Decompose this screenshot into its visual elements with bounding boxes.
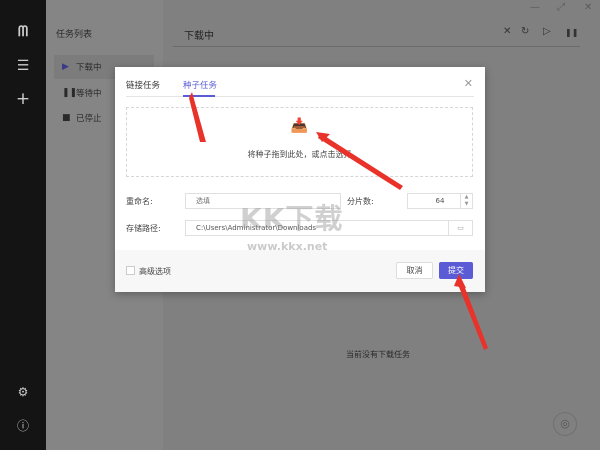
- pause-icon: ❚❚: [62, 88, 78, 98]
- active-tab-indicator: [183, 95, 215, 97]
- shards-stepper[interactable]: 64 ▲ ▼: [407, 193, 473, 209]
- dialog-close-button[interactable]: ✕: [464, 77, 473, 90]
- submit-button[interactable]: 提交: [439, 262, 473, 279]
- shards-label: 分片数:: [347, 197, 374, 206]
- dialog-footer: 高级选项 取消 提交: [115, 250, 485, 292]
- item-label: 已停止: [76, 114, 102, 124]
- page-title: 下载中: [184, 31, 214, 42]
- tab-torrent-task[interactable]: 种子任务: [183, 79, 217, 91]
- maximize-button[interactable]: ⤢: [557, 2, 565, 13]
- item-label: 下载中: [76, 63, 102, 73]
- add-task-dialog: 链接任务 种子任务 ✕ 📥 将种子拖到此处，或点击选择 重命名: 分片数: 64…: [115, 67, 485, 292]
- settings-sliders-icon[interactable]: ⚙: [0, 385, 46, 399]
- advanced-checkbox[interactable]: [126, 266, 135, 275]
- tab-link-task[interactable]: 链接任务: [126, 79, 160, 91]
- watermark-url: www.kkx.net: [247, 240, 328, 253]
- dropzone-text: 将种子拖到此处，或点击选择: [247, 150, 352, 159]
- torrent-dropzone[interactable]: 📥 将种子拖到此处，或点击选择: [126, 107, 473, 177]
- minimize-button[interactable]: —: [530, 2, 540, 13]
- rename-label: 重命名:: [126, 197, 153, 206]
- shards-value: 64: [435, 197, 445, 205]
- advanced-label[interactable]: 高级选项: [139, 266, 171, 277]
- play-icon: ▶: [62, 62, 69, 72]
- pause-all-button[interactable]: ❚❚: [565, 28, 578, 37]
- folder-icon[interactable]: ▭: [448, 221, 472, 235]
- help-icon[interactable]: ⓘ: [0, 417, 46, 434]
- app-sidebar: ᗰ ☰ + ⚙ ⓘ: [0, 0, 46, 450]
- task-list-title: 任务列表: [56, 30, 93, 40]
- tab-divider: [126, 96, 474, 97]
- speedometer-button[interactable]: ◎: [553, 412, 577, 436]
- menu-icon[interactable]: ☰: [0, 58, 46, 74]
- add-icon[interactable]: +: [0, 89, 46, 109]
- watermark: KK下载: [240, 202, 344, 235]
- divider: [173, 46, 580, 47]
- item-label: 等待中: [76, 89, 102, 99]
- stepper-arrows-icon[interactable]: ▲ ▼: [460, 194, 472, 208]
- path-label: 存储路径:: [126, 224, 161, 233]
- start-button[interactable]: ▷: [543, 26, 551, 37]
- logo-icon: ᗰ: [17, 24, 29, 40]
- window-close-button[interactable]: ✕: [584, 2, 592, 13]
- empty-state-text: 当前没有下载任务: [346, 350, 410, 359]
- stop-icon: ■: [62, 113, 71, 123]
- refresh-button[interactable]: ↻: [521, 26, 529, 37]
- delete-task-button[interactable]: ✕: [503, 26, 511, 37]
- inbox-download-icon: 📥: [290, 118, 309, 134]
- cancel-button[interactable]: 取消: [396, 262, 433, 279]
